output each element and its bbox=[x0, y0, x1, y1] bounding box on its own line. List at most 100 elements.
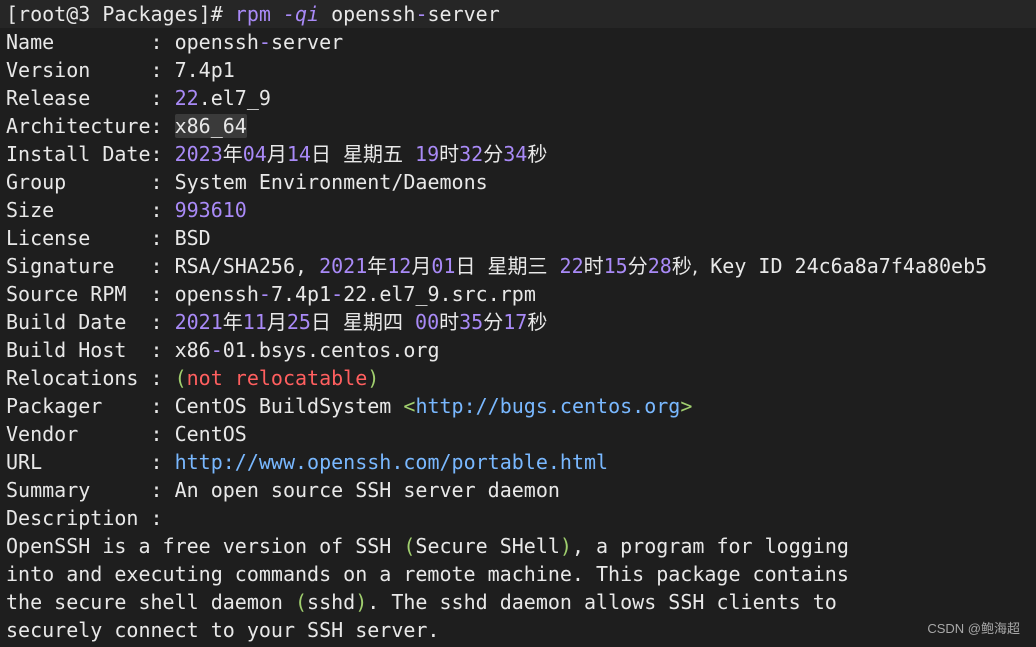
field-value-number: 993610 bbox=[174, 198, 247, 222]
field-value-selected[interactable]: x86_64 bbox=[174, 114, 247, 138]
field-value: CentOS bbox=[174, 422, 247, 446]
field-label: Build Host : bbox=[6, 338, 163, 362]
time-second: 17 bbox=[503, 310, 528, 334]
time-unit: 时 bbox=[583, 254, 604, 278]
description-text: Secure SHell bbox=[415, 534, 560, 558]
command-name: rpm bbox=[234, 2, 271, 26]
angle-open: < bbox=[403, 394, 416, 418]
time-minute: 32 bbox=[459, 142, 484, 166]
time-unit: 秒 bbox=[527, 142, 548, 166]
date-weekday: 星期四 bbox=[343, 310, 403, 334]
field-url: URL : http://www.openssh.com/portable.ht… bbox=[6, 448, 608, 476]
command-arg-dash: - bbox=[415, 2, 428, 26]
command-arg-part: server bbox=[427, 2, 500, 26]
field-size: Size : 993610 bbox=[6, 196, 247, 224]
field-value-dash: - bbox=[258, 282, 271, 306]
field-build-host: Build Host : x86-01.bsys.centos.org bbox=[6, 336, 440, 364]
time-unit: 分 bbox=[627, 254, 648, 278]
signature-algorithm: RSA/SHA256, bbox=[174, 254, 308, 278]
field-label: Summary : bbox=[6, 478, 163, 502]
description-line: securely connect to your SSH server. bbox=[6, 616, 439, 644]
date-day: 25 bbox=[286, 310, 311, 334]
command-flag: -qi bbox=[282, 2, 320, 26]
paren-open: ( bbox=[403, 534, 416, 558]
date-unit: 月 bbox=[411, 254, 432, 278]
field-value: An open source SSH server daemon bbox=[174, 478, 560, 502]
description-text: the secure shell daemon bbox=[6, 590, 295, 614]
field-label: Build Date : bbox=[6, 310, 163, 334]
watermark-text: CSDN @鲍海超 bbox=[927, 621, 1020, 636]
field-label: Size : bbox=[6, 198, 163, 222]
date-month: 11 bbox=[242, 310, 267, 334]
time-unit: 秒, bbox=[671, 254, 699, 278]
time-hour: 19 bbox=[415, 142, 440, 166]
description-line: OpenSSH is a free version of SSH (Secure… bbox=[6, 532, 849, 560]
field-value: 7.4p1 bbox=[174, 58, 235, 82]
terminal-window[interactable]: [root@3 Packages]# rpm -qi openssh-serve… bbox=[0, 0, 1036, 647]
field-label: Version : bbox=[6, 58, 163, 82]
field-label: Source RPM : bbox=[6, 282, 163, 306]
field-value: server bbox=[270, 30, 344, 54]
time-unit: 分 bbox=[483, 310, 504, 334]
signature-key-id: Key ID 24c6a8a7f4a80eb5 bbox=[710, 254, 988, 278]
description-text: into and executing commands on a remote … bbox=[6, 562, 849, 586]
field-name: Name : openssh-server bbox=[6, 28, 343, 56]
paren-open: ( bbox=[174, 366, 187, 390]
paren-close: ) bbox=[559, 534, 572, 558]
description-line: the secure shell daemon (sshd). The sshd… bbox=[6, 588, 837, 616]
paren-open: ( bbox=[294, 590, 308, 614]
field-label: Signature : bbox=[6, 254, 163, 278]
time-minute: 15 bbox=[603, 254, 628, 278]
date-year: 2021 bbox=[174, 310, 223, 334]
field-group: Group : System Environment/Daemons bbox=[6, 168, 488, 196]
field-label: URL : bbox=[6, 450, 163, 474]
field-license: License : BSD bbox=[6, 224, 211, 252]
time-second: 28 bbox=[647, 254, 672, 278]
field-description: Description : bbox=[6, 504, 163, 532]
field-source-rpm: Source RPM : openssh-7.4p1-22.el7_9.src.… bbox=[6, 280, 536, 308]
field-value-dash: - bbox=[210, 338, 223, 362]
field-signature: Signature : RSA/SHA256, 2021年12月01日 星期三 … bbox=[6, 252, 987, 280]
angle-close: > bbox=[680, 394, 693, 418]
project-url-link[interactable]: http://www.openssh.com/portable.html bbox=[175, 450, 608, 474]
date-unit: 日 bbox=[455, 254, 476, 278]
field-label: Release : bbox=[6, 86, 163, 110]
field-value: .el7_9 bbox=[198, 86, 271, 110]
field-value-dash: - bbox=[258, 30, 271, 54]
date-day: 14 bbox=[286, 142, 311, 166]
date-weekday: 星期三 bbox=[487, 254, 548, 278]
command-arg-part: openssh bbox=[331, 2, 416, 26]
field-value: BSD bbox=[174, 226, 211, 250]
field-value-number: 22 bbox=[174, 86, 199, 110]
date-unit: 年 bbox=[222, 310, 243, 334]
time-unit: 秒 bbox=[527, 310, 548, 334]
description-text: sshd bbox=[307, 590, 356, 614]
date-month: 04 bbox=[242, 142, 267, 166]
time-second: 34 bbox=[503, 142, 528, 166]
description-text: securely connect to your SSH server. bbox=[6, 618, 440, 642]
description-line: into and executing commands on a remote … bbox=[6, 560, 849, 588]
field-value: System Environment/Daemons bbox=[174, 170, 488, 194]
field-label: Architecture: bbox=[6, 114, 163, 138]
paren-close: ) bbox=[367, 366, 380, 390]
field-value: openssh bbox=[174, 282, 259, 306]
field-release: Release : 22.el7_9 bbox=[6, 84, 271, 112]
field-value: 7.4p1 bbox=[270, 282, 332, 306]
field-label: Install Date: bbox=[6, 142, 163, 166]
date-year: 2023 bbox=[174, 142, 223, 166]
field-summary: Summary : An open source SSH server daem… bbox=[6, 476, 560, 504]
description-text: , a program for logging bbox=[571, 534, 849, 558]
time-minute: 35 bbox=[459, 310, 484, 334]
date-unit: 月 bbox=[266, 310, 287, 334]
command-line: [root@3 Packages]# rpm -qi openssh-serve… bbox=[6, 0, 500, 28]
date-unit: 年 bbox=[222, 142, 243, 166]
time-hour: 22 bbox=[559, 254, 584, 278]
field-architecture: Architecture: x86_64 bbox=[6, 112, 247, 140]
packager-url-link[interactable]: http://bugs.centos.org bbox=[415, 394, 680, 418]
date-unit: 日 bbox=[310, 142, 331, 166]
time-unit: 分 bbox=[483, 142, 504, 166]
field-value-warning: not relocatable bbox=[186, 366, 368, 390]
date-unit: 年 bbox=[367, 254, 388, 278]
description-text: . The sshd daemon allows SSH clients to bbox=[367, 590, 837, 614]
date-unit: 日 bbox=[310, 310, 331, 334]
